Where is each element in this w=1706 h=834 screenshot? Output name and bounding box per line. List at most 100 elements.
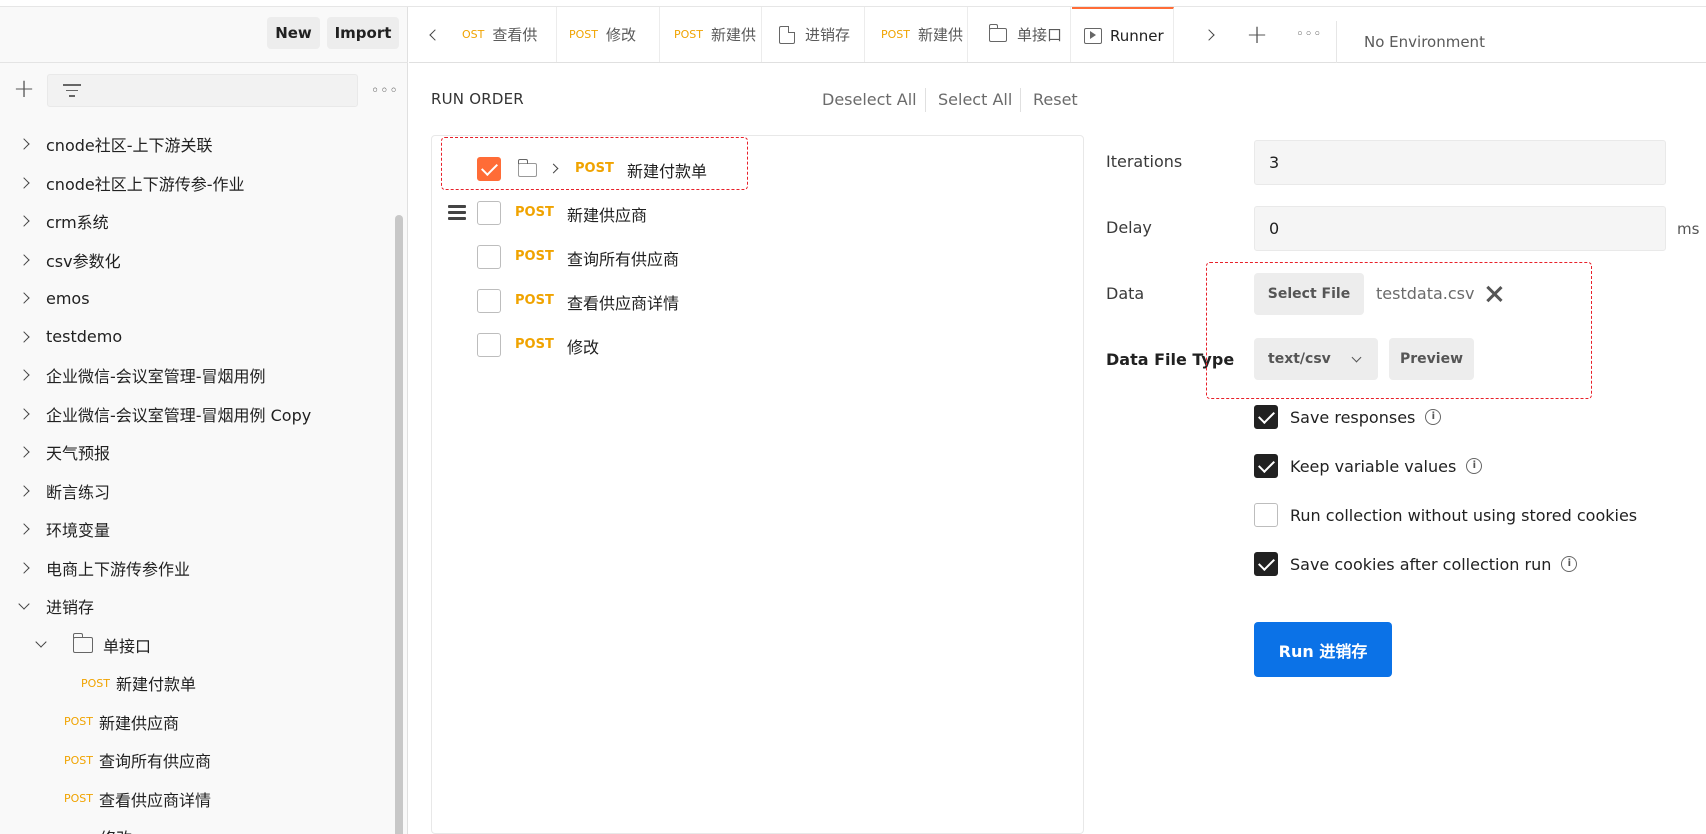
- tab-method: OST: [462, 28, 485, 41]
- run-item-checkbox[interactable]: [477, 245, 501, 269]
- chevron-right-icon: [18, 369, 30, 381]
- folder-icon: [517, 159, 537, 177]
- tab-request[interactable]: POST 新建供: [660, 7, 762, 62]
- tab-request[interactable]: OST 查看供: [462, 7, 557, 62]
- window-top-edge: [0, 0, 1706, 7]
- collection-item[interactable]: 电商上下游传参作业: [0, 549, 396, 587]
- select-all-link[interactable]: Select All: [938, 90, 1012, 109]
- sidebar-scrollbar[interactable]: [395, 215, 403, 834]
- tab-bar: OST 查看供 POST 修改 POST 新建供 进销存 POST 新建供 单接…: [409, 7, 1706, 63]
- tab-request[interactable]: POST 新建供: [865, 7, 968, 62]
- iterations-input[interactable]: 3: [1254, 140, 1666, 185]
- collection-item[interactable]: 环境变量: [0, 510, 396, 548]
- collection-label: 企业微信-会议室管理-冒烟用例: [46, 367, 266, 386]
- run-order-item[interactable]: POST 新建付款单: [432, 149, 1083, 189]
- chevron-right-icon: [548, 163, 559, 174]
- run-without-cookies-checkbox[interactable]: [1254, 503, 1278, 527]
- tab-method: POST: [569, 28, 598, 41]
- tab-label: Runner: [1110, 26, 1164, 45]
- run-item-checkbox[interactable]: [477, 289, 501, 313]
- request-item[interactable]: POST 新建付款单: [0, 664, 396, 702]
- tab-method: POST: [674, 28, 703, 41]
- keep-variable-values-checkbox[interactable]: [1254, 454, 1278, 478]
- collection-item[interactable]: testdemo: [0, 318, 396, 356]
- deselect-all-link[interactable]: Deselect All: [822, 90, 917, 109]
- collection-item[interactable]: 企业微信-会议室管理-冒烟用例: [0, 356, 396, 394]
- tab-request[interactable]: POST 修改: [557, 7, 660, 62]
- tab-runner[interactable]: Runner: [1072, 7, 1174, 62]
- collection-label: 天气预报: [46, 444, 111, 463]
- run-order-title: RUN ORDER: [431, 90, 524, 108]
- option-run-without-cookies[interactable]: Run collection without using stored cook…: [1254, 500, 1637, 530]
- request-item[interactable]: POST 查询所有供应商: [0, 741, 396, 779]
- info-icon[interactable]: i: [1425, 409, 1442, 425]
- run-item-label: 修改: [567, 338, 600, 357]
- scroll-right-icon[interactable]: [1199, 7, 1219, 62]
- import-button[interactable]: Import: [327, 17, 399, 49]
- data-file-name: testdata.csv: [1376, 284, 1475, 303]
- run-order-item[interactable]: POST 查询所有供应商: [432, 237, 1083, 277]
- run-item-checkbox[interactable]: [477, 333, 501, 357]
- collection-item-expanded[interactable]: 进销存: [0, 587, 396, 625]
- collection-item[interactable]: 企业微信-会议室管理-冒烟用例 Copy: [0, 395, 396, 433]
- preview-button[interactable]: Preview: [1389, 338, 1474, 380]
- run-order-item[interactable]: POST 新建供应商: [432, 193, 1083, 233]
- drag-handle-icon[interactable]: [448, 205, 466, 223]
- collection-label: 企业微信-会议室管理-冒烟用例 Copy: [46, 405, 312, 425]
- collection-item[interactable]: 天气预报: [0, 433, 396, 471]
- request-item[interactable]: 修改: [0, 818, 396, 834]
- select-file-button[interactable]: Select File: [1254, 273, 1364, 315]
- sidebar: New Import + ◦◦◦ cnode社区-上下游关联 cnode社区上下…: [0, 7, 408, 834]
- tab-label: 修改: [606, 26, 637, 44]
- method-badge: POST: [64, 792, 93, 805]
- tab-label: 进销存: [805, 26, 851, 44]
- info-icon[interactable]: i: [1561, 556, 1578, 572]
- folder-item[interactable]: 单接口: [0, 626, 396, 664]
- request-label: 查看供应商详情: [99, 790, 212, 810]
- option-save-responses[interactable]: Save responses i: [1254, 402, 1442, 432]
- run-order-item[interactable]: POST 查看供应商详情: [432, 281, 1083, 321]
- new-button[interactable]: New: [267, 17, 320, 49]
- collection-label: crm系统: [46, 213, 109, 232]
- search-input[interactable]: [47, 74, 358, 107]
- tab-folder[interactable]: 单接口: [968, 7, 1071, 62]
- tab-options-icon[interactable]: ◦◦◦: [1289, 7, 1329, 62]
- collection-item[interactable]: emos: [0, 279, 396, 317]
- tab-collection[interactable]: 进销存: [762, 7, 865, 62]
- delay-input[interactable]: 0: [1254, 206, 1666, 251]
- collection-item[interactable]: csv参数化: [0, 241, 396, 279]
- run-collection-button[interactable]: Run 进销存: [1254, 622, 1392, 677]
- collection-label: emos: [46, 288, 90, 308]
- collection-item[interactable]: crm系统: [0, 202, 396, 240]
- collection-item[interactable]: cnode社区-上下游关联: [0, 125, 396, 163]
- close-icon[interactable]: [1484, 284, 1504, 304]
- reset-link[interactable]: Reset: [1033, 90, 1078, 109]
- more-options-icon[interactable]: ◦◦◦: [371, 83, 399, 99]
- option-save-cookies[interactable]: Save cookies after collection run i: [1254, 549, 1578, 579]
- collection-item[interactable]: cnode社区上下游传参-作业: [0, 164, 396, 202]
- option-keep-variable-values[interactable]: Keep variable values i: [1254, 451, 1483, 481]
- request-item[interactable]: POST 新建供应商: [0, 703, 396, 741]
- data-file-type-select[interactable]: text/csv: [1254, 338, 1378, 380]
- run-order-item[interactable]: POST 修改: [432, 325, 1083, 365]
- run-item-checkbox[interactable]: [477, 201, 501, 225]
- collection-label: 电商上下游传参作业: [46, 559, 191, 579]
- run-item-label: 查询所有供应商: [567, 250, 680, 269]
- environment-selector[interactable]: No Environment: [1364, 33, 1485, 51]
- save-responses-checkbox[interactable]: [1254, 405, 1278, 429]
- save-cookies-checkbox[interactable]: [1254, 552, 1278, 576]
- scroll-left-icon[interactable]: [425, 7, 445, 62]
- new-tab-icon[interactable]: +: [1239, 7, 1275, 62]
- tab-label: 查看供: [492, 26, 538, 44]
- info-icon[interactable]: i: [1466, 458, 1483, 474]
- delay-label: Delay: [1106, 218, 1152, 237]
- request-item[interactable]: POST 查看供应商详情: [0, 780, 396, 818]
- plus-icon[interactable]: +: [12, 76, 36, 102]
- tab-label: 新建供: [711, 26, 757, 44]
- run-item-checkbox[interactable]: [477, 157, 501, 181]
- method-badge: POST: [64, 753, 93, 767]
- collection-label: 断言练习: [46, 482, 111, 502]
- chevron-right-icon: [18, 176, 30, 189]
- collection-item[interactable]: 断言练习: [0, 472, 396, 510]
- method-badge: POST: [515, 205, 554, 220]
